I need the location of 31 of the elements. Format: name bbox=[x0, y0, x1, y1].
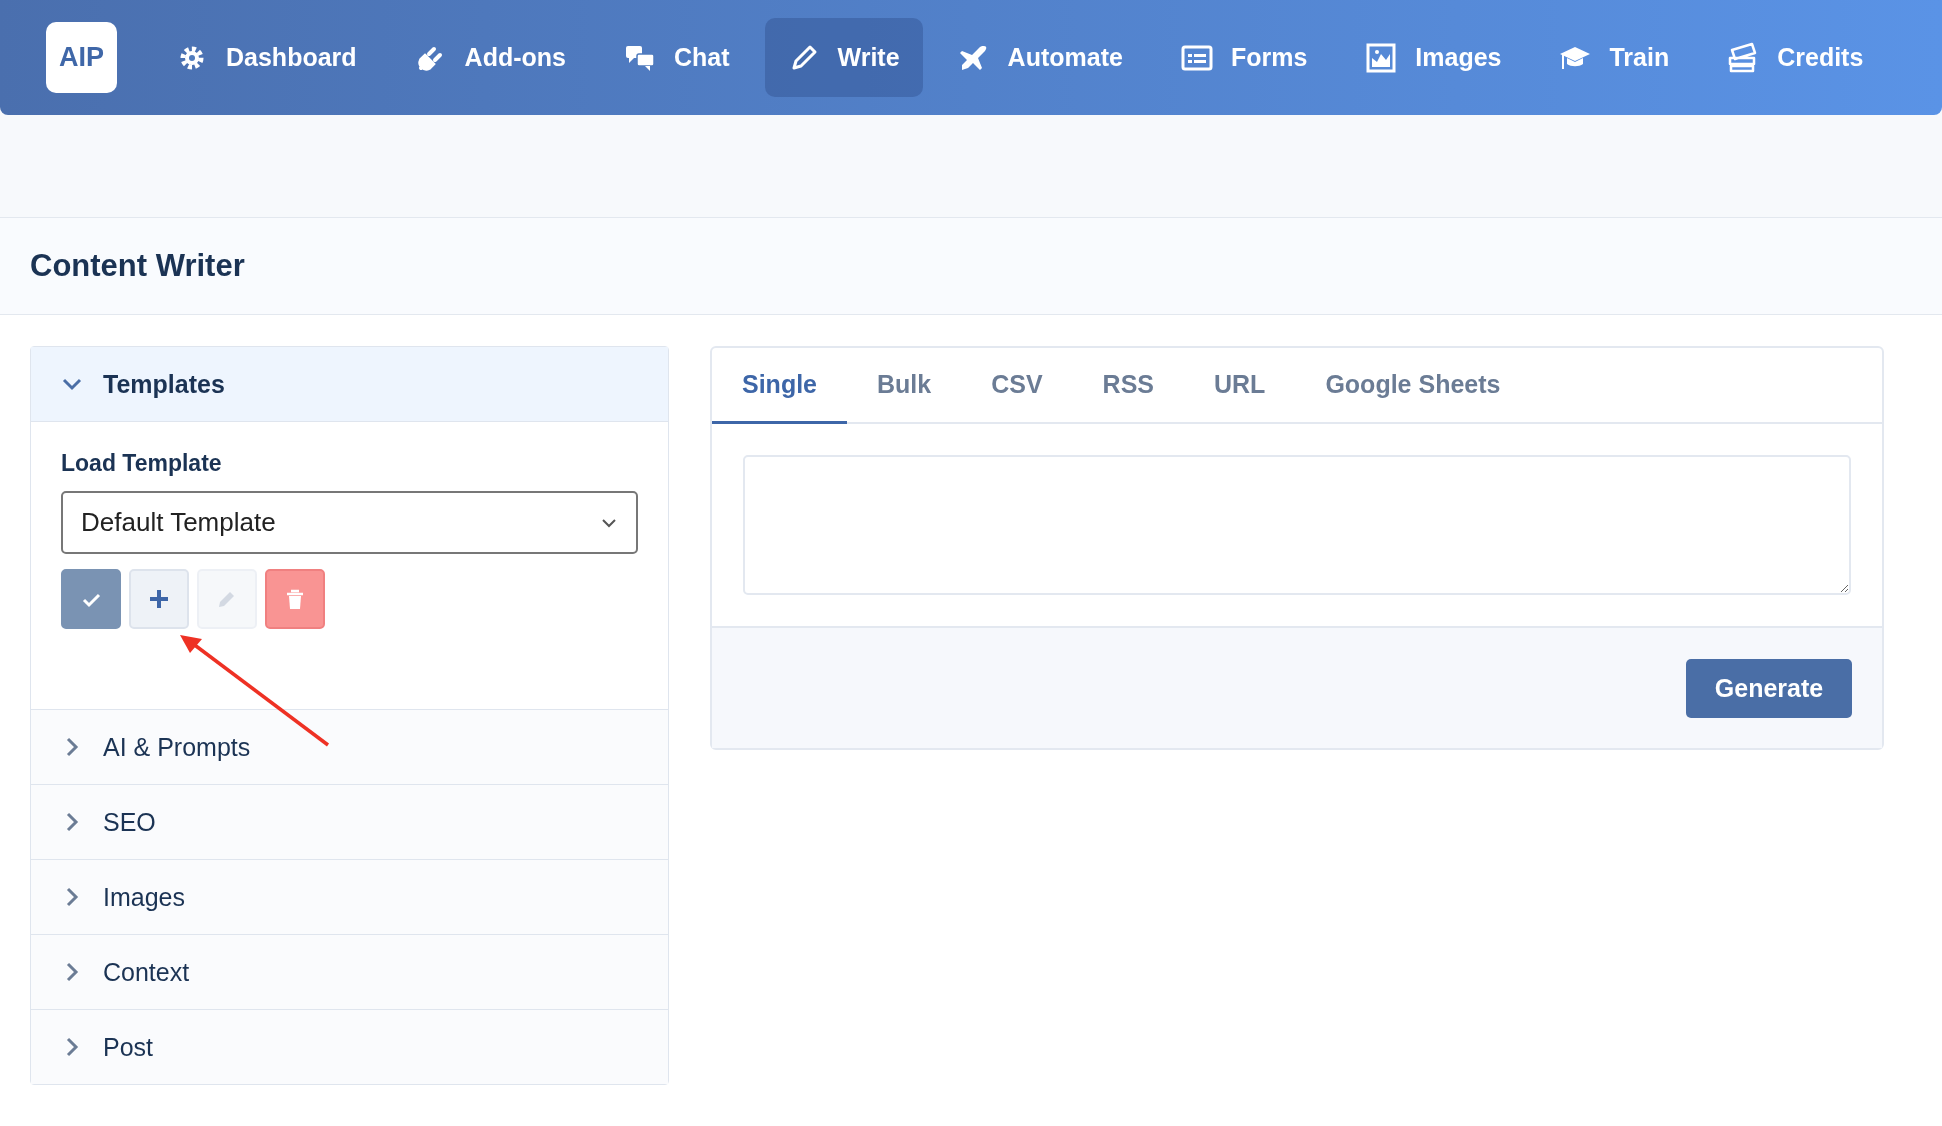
delete-button[interactable] bbox=[265, 569, 325, 629]
apply-button[interactable] bbox=[61, 569, 121, 629]
nav-item[interactable]: Write bbox=[764, 18, 923, 97]
page-title: Content Writer bbox=[30, 248, 245, 284]
nav-item[interactable]: Dashboard bbox=[153, 18, 380, 97]
accordion-header[interactable]: AI & Prompts bbox=[31, 709, 668, 784]
template-dropdown[interactable]: Default Template bbox=[61, 491, 638, 554]
app-logo[interactable]: AIP bbox=[46, 22, 117, 93]
nav-item[interactable]: Add-ons bbox=[391, 18, 589, 97]
nav-item[interactable]: Train bbox=[1536, 18, 1693, 97]
tab[interactable]: Google Sheets bbox=[1295, 348, 1531, 424]
nav-item[interactable]: Chat bbox=[600, 18, 753, 97]
text-input[interactable] bbox=[743, 455, 1851, 595]
field-label: Load Template bbox=[61, 450, 222, 477]
picture-icon bbox=[1365, 41, 1398, 74]
generate-button[interactable]: Generate bbox=[1686, 658, 1852, 718]
tab[interactable]: RSS bbox=[1072, 348, 1184, 424]
nav-item[interactable]: Credits bbox=[1704, 18, 1887, 97]
accordion-header[interactable]: Templates bbox=[31, 347, 668, 422]
accordion-header[interactable]: Post bbox=[31, 1009, 668, 1084]
tab[interactable]: URL bbox=[1184, 348, 1296, 424]
nav-item[interactable]: Automate bbox=[934, 18, 1146, 97]
tab[interactable]: Single bbox=[712, 348, 847, 424]
accordion-header[interactable]: Images bbox=[31, 859, 668, 934]
tab[interactable]: Bulk bbox=[847, 348, 962, 424]
tab[interactable]: CSV bbox=[961, 348, 1073, 424]
accordion-header[interactable]: SEO bbox=[31, 784, 668, 859]
accordion-header[interactable]: Context bbox=[31, 934, 668, 1009]
nav-item[interactable]: Images bbox=[1342, 18, 1525, 97]
nav-item[interactable]: Forms bbox=[1157, 18, 1331, 97]
add-button[interactable] bbox=[129, 569, 189, 629]
